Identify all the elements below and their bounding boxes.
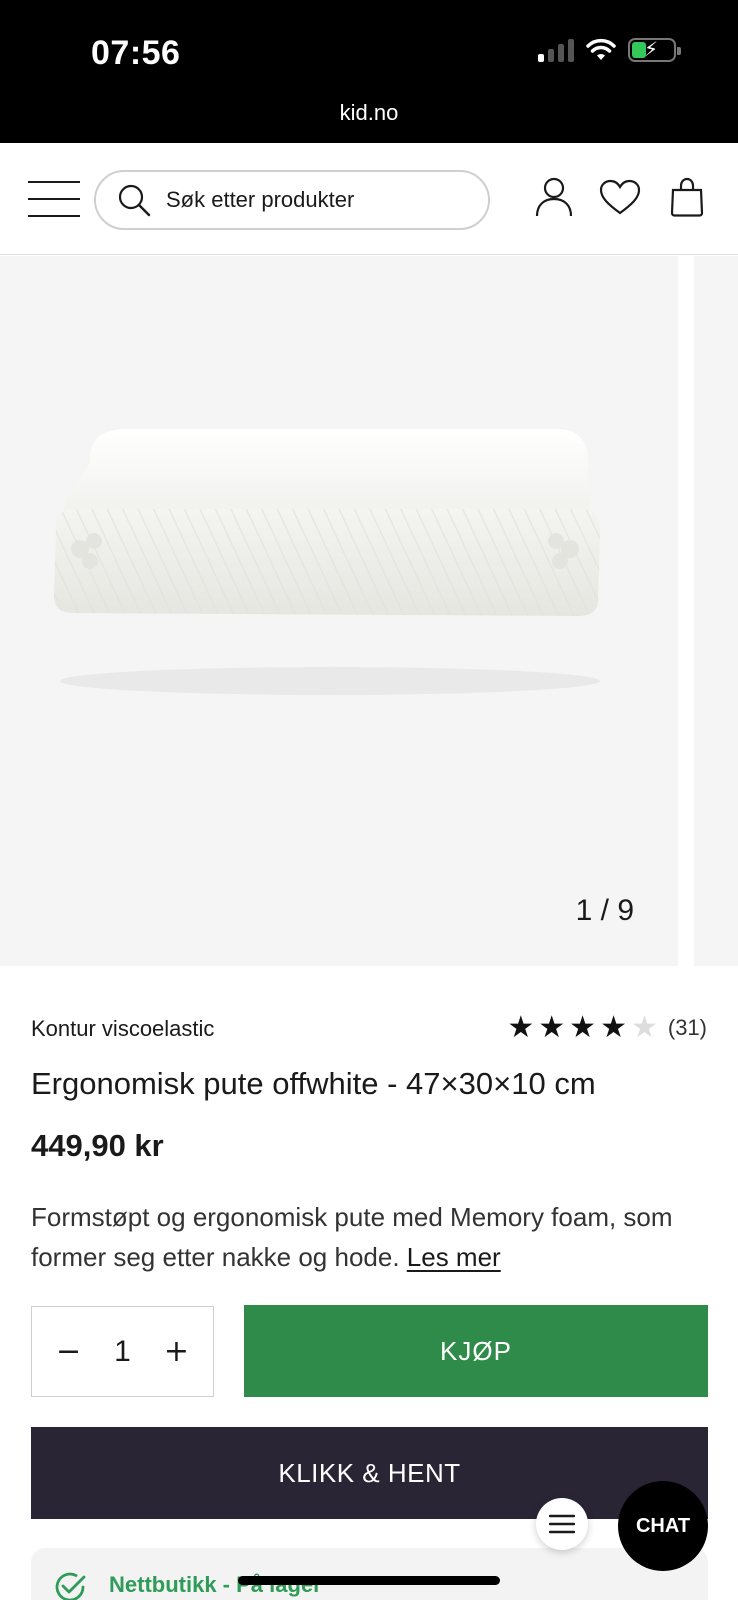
battery-charging-icon: ⚡ (628, 38, 681, 62)
product-image (54, 429, 600, 695)
product-price: 449,90 kr (31, 1128, 164, 1163)
search-box[interactable] (94, 170, 490, 230)
floating-menu-button[interactable] (536, 1498, 588, 1550)
menu-lines-icon (549, 1514, 575, 1534)
status-bar: 07:56 ⚡ kid.no (0, 0, 738, 143)
decrease-quantity-button[interactable]: − (56, 1334, 81, 1369)
check-circle-icon (55, 1572, 86, 1600)
rating-count: (31) (667, 1015, 707, 1040)
increase-quantity-button[interactable]: + (164, 1334, 189, 1369)
quantity-value[interactable]: 1 (114, 1335, 131, 1369)
product-title: Ergonomisk pute offwhite - 47×30×10 cm (31, 1066, 596, 1101)
bag-icon[interactable] (665, 175, 709, 219)
menu-icon[interactable] (28, 181, 80, 217)
chat-button[interactable]: CHAT (618, 1481, 708, 1571)
product-gallery[interactable]: 1 / 9 (0, 256, 738, 966)
read-more-link[interactable]: Les mer (407, 1242, 501, 1272)
product-image-slide[interactable]: 1 / 9 (0, 256, 678, 966)
click-collect-button[interactable]: KLIKK & HENT (31, 1427, 708, 1519)
wifi-icon (586, 38, 616, 60)
account-icon[interactable] (532, 175, 576, 219)
url-text[interactable]: kid.no (0, 100, 738, 126)
star-icon: ★ (507, 1011, 535, 1044)
search-icon (118, 184, 151, 217)
star-empty-icon: ★ (630, 1011, 658, 1044)
home-indicator[interactable] (238, 1576, 500, 1585)
status-time: 07:56 (91, 34, 181, 72)
heart-icon[interactable] (598, 175, 642, 219)
product-brand[interactable]: Kontur viscoelastic (31, 1016, 214, 1042)
status-icons: ⚡ (538, 38, 681, 62)
site-header (0, 143, 738, 255)
product-description: Formstøpt og ergonomisk pute med Memory … (31, 1197, 711, 1277)
star-icon: ★ (538, 1011, 566, 1044)
signal-icon (538, 38, 574, 62)
quantity-stepper: − 1 + (31, 1306, 214, 1397)
star-icon: ★ (600, 1011, 627, 1044)
next-slide-preview[interactable] (694, 256, 738, 966)
search-input[interactable] (166, 187, 466, 213)
product-rating[interactable]: ★ ★ ★ ★ ★ (31) (507, 1012, 707, 1044)
description-text: Formstøpt og ergonomisk pute med Memory … (31, 1202, 673, 1272)
stock-status-box: Nettbutikk - På lager (31, 1548, 708, 1600)
star-icon: ★ (569, 1011, 597, 1044)
slide-counter: 1 / 9 (575, 894, 634, 927)
buy-button[interactable]: KJØP (244, 1305, 708, 1397)
